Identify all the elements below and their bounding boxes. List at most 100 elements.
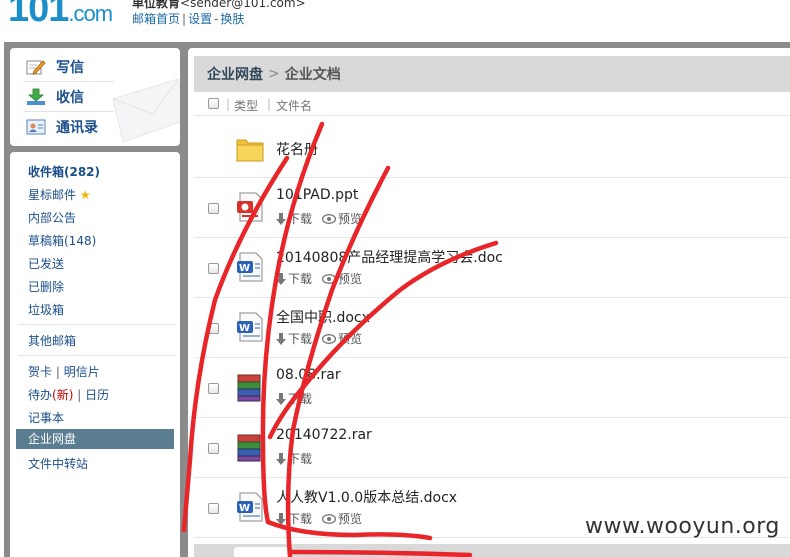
download-arrow-icon: [276, 212, 286, 225]
file-row[interactable]: 20140722.rar 下载: [194, 418, 790, 478]
breadcrumb-current: 企业文档: [284, 67, 341, 83]
compose-panel: 写信 收信 通讯录: [10, 48, 180, 146]
file-name[interactable]: 08.08.rar: [276, 367, 341, 383]
eye-icon: [322, 273, 337, 284]
eye-icon: [322, 333, 337, 344]
logo[interactable]: 101.com: [8, 0, 113, 31]
settings-link[interactable]: 设置: [188, 12, 212, 26]
folder-transfer[interactable]: 文件中转站: [28, 455, 88, 473]
row-checkbox[interactable]: [208, 443, 219, 454]
folder-disk-selected[interactable]: 企业网盘: [16, 429, 174, 449]
download-label: 下载: [288, 512, 313, 526]
folder-spam[interactable]: 垃圾箱: [28, 301, 64, 319]
download-label: 下载: [288, 452, 313, 466]
download-label: 下载: [288, 332, 313, 346]
column-name[interactable]: 文件名: [276, 97, 312, 114]
eye-icon: [322, 213, 337, 224]
folder-drafts[interactable]: 草稿箱(148): [28, 232, 96, 250]
mailbox-home-link[interactable]: 邮箱首页: [132, 12, 180, 26]
preview-button[interactable]: 预览: [322, 510, 362, 527]
file-name[interactable]: 全国中职.docx: [276, 307, 370, 327]
download-button[interactable]: 下载: [276, 390, 312, 407]
download-button[interactable]: 下载: [276, 330, 312, 347]
row-checkbox[interactable]: [208, 383, 219, 394]
file-row[interactable]: W 20140808产品经理提高学习会.doc 下载 预览: [194, 238, 790, 298]
download-arrow-icon: [276, 272, 286, 285]
divider: [24, 111, 114, 112]
download-button[interactable]: 下载: [276, 270, 312, 287]
breadcrumb-root[interactable]: 企业网盘: [207, 64, 263, 84]
row-checkbox[interactable]: [208, 203, 219, 214]
pencil-icon: [26, 58, 46, 76]
folder-notes[interactable]: 记事本: [28, 409, 64, 427]
preview-label: 预览: [338, 212, 363, 226]
file-row[interactable]: 08.08.rar 下载: [194, 358, 790, 418]
preview-button[interactable]: 预览: [322, 330, 362, 347]
divider: [18, 324, 176, 325]
folder-sent[interactable]: 已发送: [28, 255, 64, 273]
logo-main: 101: [8, 0, 69, 30]
file-actions: 下载: [276, 450, 322, 467]
column-type[interactable]: 类型: [234, 97, 258, 114]
file-name[interactable]: 人人教V1.0.0版本总结.docx: [276, 487, 457, 507]
file-row[interactable]: 101PAD.ppt 下载 预览: [194, 178, 790, 238]
compose-label: 写信: [56, 60, 84, 76]
file-name[interactable]: 20140722.rar: [276, 427, 372, 443]
row-checkbox[interactable]: [208, 503, 219, 514]
compose-button[interactable]: 写信: [26, 55, 84, 79]
download-arrow-icon: [276, 392, 286, 405]
download-arrow-icon: [276, 332, 286, 345]
select-all-checkbox[interactable]: [208, 98, 219, 109]
user-name: 单位教育: [132, 0, 181, 10]
folder-starred-label: 星标邮件: [28, 188, 77, 202]
change-skin-link[interactable]: 换肤: [220, 12, 244, 26]
file-actions: 下载 预览: [276, 330, 372, 347]
row-checkbox[interactable]: [208, 263, 219, 274]
folder-starred[interactable]: 星标邮件 ★: [28, 186, 91, 204]
download-button[interactable]: 下载: [276, 510, 312, 527]
link-sep: |: [182, 12, 187, 26]
calendar-link[interactable]: 日历: [85, 388, 109, 402]
word-file-icon: W: [237, 492, 263, 522]
download-icon: [26, 88, 46, 106]
file-name[interactable]: 101PAD.ppt: [276, 187, 358, 203]
column-sep: |: [267, 97, 272, 111]
folder-deleted[interactable]: 已删除: [28, 278, 64, 296]
main-panel: 企业网盘 > 企业文档 | 类型 | 文件名 花名册 101PAD.ppt 下载…: [188, 48, 790, 557]
receive-button[interactable]: 收信: [26, 85, 84, 109]
link-sep: -: [214, 12, 219, 26]
todo-link[interactable]: 待办: [28, 388, 52, 402]
contacts-button[interactable]: 通讯录: [26, 115, 98, 139]
file-name[interactable]: 20140808产品经理提高学习会.doc: [276, 247, 503, 267]
preview-label: 预览: [338, 332, 363, 346]
ppt-file-icon: [237, 192, 263, 222]
contacts-icon: [26, 118, 46, 136]
folder-other[interactable]: 其他邮箱: [28, 332, 76, 350]
preview-button[interactable]: 预览: [322, 270, 362, 287]
file-row[interactable]: 花名册: [194, 118, 790, 178]
download-button[interactable]: 下载: [276, 210, 312, 227]
folder-inbox[interactable]: 收件箱(282): [28, 163, 100, 181]
link-sep: |: [77, 388, 82, 402]
chevron-right-icon: >: [268, 66, 280, 82]
folder-internal[interactable]: 内部公告: [28, 209, 76, 227]
postcards-link[interactable]: 明信片: [64, 365, 100, 379]
toolbar-tab[interactable]: [234, 547, 288, 557]
preview-label: 预览: [338, 272, 363, 286]
file-actions: 下载: [276, 390, 322, 407]
download-button[interactable]: 下载: [276, 450, 312, 467]
watermark-text: www.wooyun.org: [585, 514, 780, 539]
watermark: www.wooyun.org: [585, 514, 780, 539]
file-name[interactable]: 花名册: [276, 139, 318, 159]
receive-label: 收信: [56, 90, 84, 106]
preview-button[interactable]: 预览: [322, 210, 362, 227]
archive-file-icon: [237, 434, 261, 462]
cards-link[interactable]: 贺卡: [28, 365, 52, 379]
file-row[interactable]: W 全国中职.docx 下载 预览: [194, 298, 790, 358]
row-checkbox[interactable]: [208, 323, 219, 334]
file-actions: 下载 预览: [276, 510, 372, 527]
todo-row: 待办(新) | 日历: [28, 386, 109, 404]
header: 101.com 单位教育<sender@101.com> 邮箱首页 | 设置 - 换肤: [0, 0, 790, 42]
bottom-toolbar: [194, 544, 790, 557]
breadcrumb: 企业网盘 > 企业文档: [194, 56, 790, 92]
